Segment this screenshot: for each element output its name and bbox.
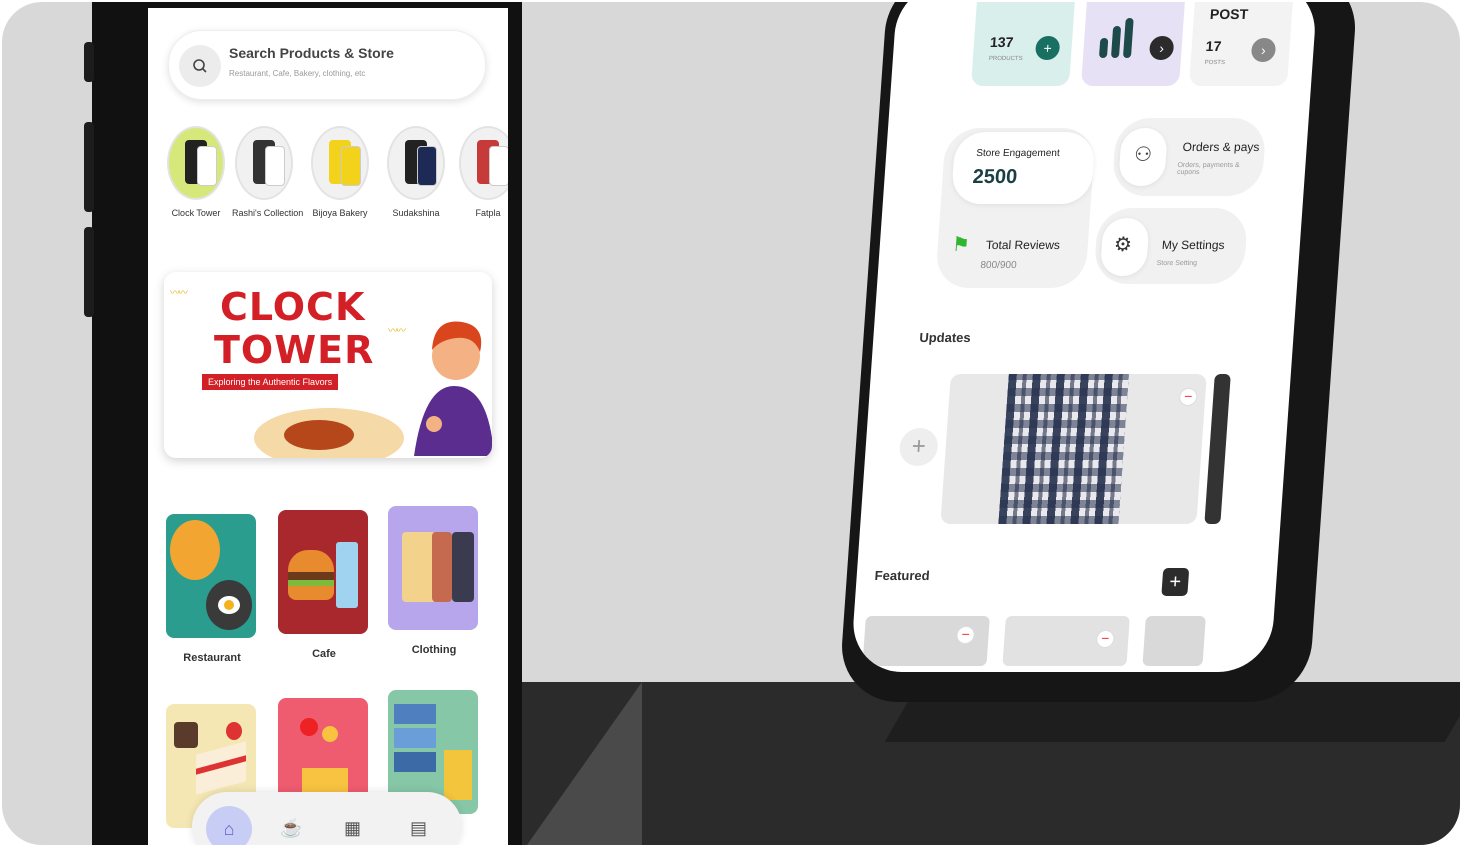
store-stories: Clock Tower Rashi's Collection Bijoya Ba… bbox=[164, 126, 508, 236]
store-engagement-card[interactable]: Store Engagement 2500 bbox=[950, 132, 1096, 204]
chef-illustration bbox=[414, 321, 492, 456]
banner-title-line1: CLOCK bbox=[220, 285, 366, 329]
products-caption: PRODUCTS bbox=[988, 56, 1023, 62]
story-avatar bbox=[387, 126, 445, 200]
add-featured-button[interactable]: + bbox=[1161, 568, 1190, 596]
orders-subtitle: Orders, payments & cupons bbox=[1176, 162, 1240, 176]
settings-subtitle: Store Setting bbox=[1156, 260, 1198, 267]
category-label: Clothing bbox=[411, 644, 457, 656]
update-photo-card[interactable]: − bbox=[940, 374, 1207, 524]
search-icon[interactable] bbox=[179, 45, 221, 87]
category-clothing[interactable]: Clothing bbox=[388, 506, 480, 656]
cafe-icon[interactable]: ☕ bbox=[280, 818, 302, 839]
reviews-value: 800/900 bbox=[980, 260, 1017, 271]
orders-icon[interactable]: ▤ bbox=[410, 818, 427, 839]
decor-zigzag: 〰〰 bbox=[388, 326, 406, 337]
category-cafe[interactable]: Cafe bbox=[278, 510, 370, 660]
posts-caption: POSTS bbox=[1204, 60, 1226, 66]
category-restaurant[interactable]: Restaurant bbox=[166, 514, 258, 664]
story-avatar bbox=[235, 126, 293, 200]
gear-icon: ⚙ bbox=[1113, 234, 1133, 256]
posts-stat-card[interactable]: POST 17 POSTS › bbox=[1188, 2, 1295, 86]
bottom-tab-bar: ⌂ ☕ ▦ ▤ bbox=[192, 792, 462, 845]
flag-icon: ⚑ bbox=[951, 234, 971, 256]
search-placeholder: Restaurant, Cafe, Bakery, clothing, etc bbox=[229, 69, 366, 78]
featured-item[interactable]: − bbox=[862, 616, 990, 666]
products-count: 137 bbox=[989, 34, 1014, 50]
story-label: Rashi's Collection bbox=[232, 208, 304, 218]
story-fatpla[interactable]: Fatpla bbox=[456, 126, 508, 218]
next-update-card[interactable] bbox=[1204, 374, 1231, 524]
reviews-title: Total Reviews bbox=[985, 238, 1061, 252]
banner-tagline: Exploring the Authentic Flavors bbox=[202, 374, 339, 390]
promo-banner[interactable]: 〰〰 〰〰 CLOCK TOWER Exploring the Authenti… bbox=[164, 272, 492, 458]
story-clock-tower[interactable]: Clock Tower bbox=[164, 126, 228, 218]
banner-title-line2: TOWER bbox=[214, 328, 375, 372]
story-label: Bijoya Bakery bbox=[312, 208, 368, 218]
left-phone-screen: Search Products & Store Restaurant, Cafe… bbox=[148, 8, 508, 845]
food-illustration bbox=[284, 420, 354, 450]
chevron-right-icon[interactable]: › bbox=[1250, 38, 1277, 62]
display-stand bbox=[522, 682, 1460, 845]
story-bijoya-bakery[interactable]: Bijoya Bakery bbox=[308, 126, 372, 218]
chart-icon bbox=[1099, 18, 1134, 58]
story-label: Fatpla bbox=[475, 208, 501, 218]
posts-heading: POST bbox=[1209, 6, 1249, 22]
remove-icon[interactable]: − bbox=[955, 626, 976, 644]
decor-zigzag: 〰〰 bbox=[170, 288, 188, 299]
engagement-value: 2500 bbox=[971, 166, 1018, 188]
story-sudakshina[interactable]: Sudakshina bbox=[384, 126, 448, 218]
side-button bbox=[84, 42, 94, 82]
story-avatar bbox=[167, 126, 225, 200]
cafe-image bbox=[278, 510, 368, 634]
add-update-button[interactable]: + bbox=[898, 428, 940, 466]
presentation-frame: Search Products & Store Restaurant, Cafe… bbox=[2, 2, 1460, 845]
engagement-label: Store Engagement bbox=[975, 148, 1061, 159]
volume-down-button bbox=[84, 227, 94, 317]
products-stat-card[interactable]: 137 PRODUCTS + bbox=[970, 2, 1077, 86]
right-phone-screen: 137 PRODUCTS + › POST 17 POSTS › Store E… bbox=[850, 2, 1319, 672]
restaurant-image bbox=[166, 514, 256, 638]
featured-item[interactable] bbox=[1142, 616, 1206, 666]
volume-up-button bbox=[84, 122, 94, 212]
grid-icon[interactable]: ▦ bbox=[344, 818, 361, 839]
add-product-button[interactable]: + bbox=[1034, 36, 1061, 60]
settings-title[interactable]: My Settings bbox=[1161, 238, 1225, 252]
orders-title[interactable]: Orders & pays bbox=[1182, 140, 1260, 154]
story-rashis-collection[interactable]: Rashi's Collection bbox=[232, 126, 304, 218]
chevron-right-icon[interactable]: › bbox=[1148, 36, 1175, 60]
user-icon: ⚇ bbox=[1133, 144, 1153, 166]
category-label: Restaurant bbox=[183, 652, 241, 664]
story-avatar bbox=[459, 126, 508, 200]
featured-heading: Featured bbox=[874, 568, 931, 583]
updates-heading: Updates bbox=[918, 330, 972, 345]
featured-item[interactable]: − bbox=[1002, 616, 1130, 666]
search-title: Search Products & Store bbox=[229, 45, 394, 61]
story-avatar bbox=[311, 126, 369, 200]
category-label: Cafe bbox=[312, 648, 336, 660]
clothing-image bbox=[388, 506, 478, 630]
remove-icon[interactable]: − bbox=[1178, 388, 1198, 406]
story-label: Sudakshina bbox=[392, 208, 440, 218]
analytics-stat-card[interactable]: › bbox=[1080, 2, 1187, 86]
search-bar[interactable]: Search Products & Store Restaurant, Cafe… bbox=[168, 30, 486, 100]
posts-count: 17 bbox=[1205, 38, 1222, 54]
story-label: Clock Tower bbox=[171, 208, 221, 218]
remove-icon[interactable]: − bbox=[1095, 630, 1115, 648]
home-icon[interactable]: ⌂ bbox=[206, 806, 252, 845]
